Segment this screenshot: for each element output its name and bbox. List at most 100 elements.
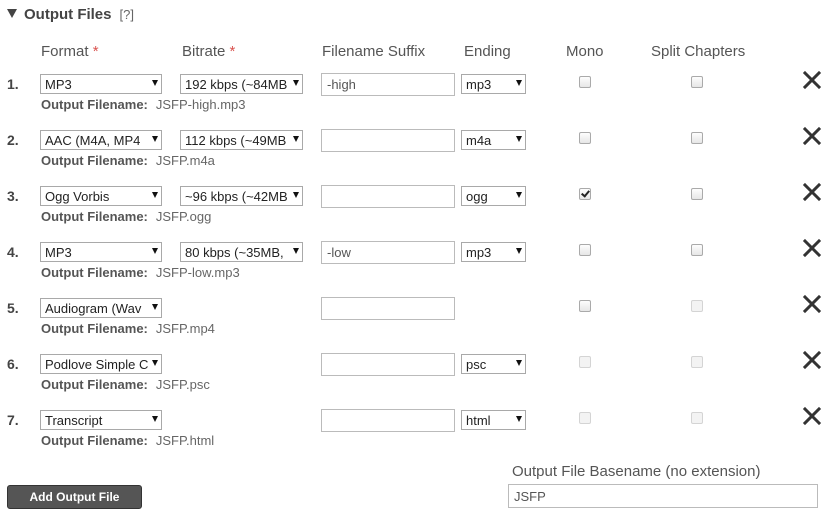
ending-select[interactable]: m4a <box>461 130 526 150</box>
row-number: 3. <box>7 188 19 204</box>
basename-input[interactable]: JSFP <box>508 484 818 508</box>
output-file-row: 2. AAC (M4A, MP4 112 kbps (~49MB m4a Output … <box>0 126 828 185</box>
split-chapters-checkbox[interactable] <box>691 244 703 256</box>
header-split-chapters: Split Chapters <box>651 43 746 60</box>
format-select-value: Audiogram (Wav <box>45 301 142 316</box>
output-filename-value: JSFP-low.mp3 <box>155 265 240 280</box>
mono-checkbox[interactable] <box>579 132 591 144</box>
ending-select-value: psc <box>466 357 487 372</box>
header-ending: Ending <box>464 43 511 60</box>
chevron-down-icon <box>152 248 158 254</box>
ending-select[interactable]: psc <box>461 354 526 374</box>
format-select-value: Transcript <box>45 413 103 428</box>
bitrate-select[interactable]: 112 kbps (~49MB <box>180 130 303 150</box>
output-filename: Output Filename: JSFP.mp4 <box>41 321 215 336</box>
section-header[interactable]: Output Files [?] <box>7 6 134 23</box>
close-x-icon[interactable] <box>801 181 823 203</box>
ending-select-value: m4a <box>466 133 492 148</box>
close-x-icon[interactable] <box>801 237 823 259</box>
format-select-value: Ogg Vorbis <box>45 189 110 204</box>
ending-select-value: mp3 <box>466 245 492 260</box>
output-filename-label: Output Filename: <box>41 321 148 336</box>
bitrate-select-value: ~96 kbps (~42MB <box>185 189 288 204</box>
chevron-down-icon <box>516 360 522 366</box>
format-select-value: MP3 <box>45 245 72 260</box>
output-file-row: 5. Audiogram (Wav Output Filename: JSFP.mp4 <box>0 294 828 353</box>
row-number: 2. <box>7 132 19 148</box>
chevron-down-icon <box>516 192 522 198</box>
output-file-row: 6. Podlove Simple C psc Output Filename: JSF… <box>0 350 828 409</box>
split-chapters-checkbox[interactable] <box>691 188 703 200</box>
split-chapters-checkbox[interactable] <box>691 132 703 144</box>
mono-checkbox[interactable] <box>579 188 591 200</box>
row-number: 7. <box>7 412 19 428</box>
output-filename: Output Filename: JSFP.m4a <box>41 153 215 168</box>
ending-select[interactable]: ogg <box>461 186 526 206</box>
output-filename: Output Filename: JSFP-low.mp3 <box>41 265 240 280</box>
split-chapters-checkbox[interactable] <box>691 76 703 88</box>
mono-checkbox[interactable] <box>579 300 591 312</box>
header-mono: Mono <box>566 43 604 60</box>
output-file-row: 4. MP3 80 kbps (~35MB, -low mp3 Output Filena… <box>0 238 828 297</box>
output-filename-value: JSFP.m4a <box>155 153 215 168</box>
filename-suffix-input[interactable] <box>321 185 455 208</box>
ending-select[interactable]: mp3 <box>461 242 526 262</box>
format-select[interactable]: Ogg Vorbis <box>40 186 162 206</box>
format-select[interactable]: Podlove Simple C <box>40 354 162 374</box>
output-filename-value: JSFP-high.mp3 <box>155 97 246 112</box>
format-select[interactable]: AAC (M4A, MP4 <box>40 130 162 150</box>
filename-suffix-input[interactable] <box>321 129 455 152</box>
add-output-file-button[interactable]: Add Output File <box>7 485 142 509</box>
chevron-down-icon <box>152 80 158 86</box>
header-bitrate: Bitrate * <box>182 43 236 60</box>
split-chapters-checkbox <box>691 300 703 312</box>
close-x-icon[interactable] <box>801 69 823 91</box>
header-filename-suffix: Filename Suffix <box>322 43 426 60</box>
row-number: 4. <box>7 244 19 260</box>
format-select[interactable]: Transcript <box>40 410 162 430</box>
triangle-down-icon[interactable] <box>7 9 17 18</box>
bitrate-select-value: 112 kbps (~49MB <box>185 133 287 148</box>
section-title: Output Files <box>24 6 112 23</box>
bitrate-select[interactable]: 192 kbps (~84MB <box>180 74 303 94</box>
mono-checkbox[interactable] <box>579 244 591 256</box>
ending-select[interactable]: html <box>461 410 526 430</box>
bitrate-select[interactable]: 80 kbps (~35MB, <box>180 242 303 262</box>
chevron-down-icon <box>516 80 522 86</box>
bitrate-select[interactable]: ~96 kbps (~42MB <box>180 186 303 206</box>
format-select[interactable]: MP3 <box>40 74 162 94</box>
mono-checkbox <box>579 412 591 424</box>
chevron-down-icon <box>152 192 158 198</box>
filename-suffix-input[interactable] <box>321 409 455 432</box>
output-filename-label: Output Filename: <box>41 377 148 392</box>
format-select[interactable]: Audiogram (Wav <box>40 298 162 318</box>
header-format: Format * <box>41 43 99 60</box>
output-filename: Output Filename: JSFP.html <box>41 433 214 448</box>
chevron-down-icon <box>152 136 158 142</box>
filename-suffix-input[interactable] <box>321 297 455 320</box>
output-filename-label: Output Filename: <box>41 153 148 168</box>
output-filename: Output Filename: JSFP-high.mp3 <box>41 97 245 112</box>
split-chapters-checkbox <box>691 412 703 424</box>
format-select[interactable]: MP3 <box>40 242 162 262</box>
output-filename-value: JSFP.html <box>155 433 215 448</box>
mono-checkbox[interactable] <box>579 76 591 88</box>
chevron-down-icon <box>293 248 299 254</box>
close-x-icon[interactable] <box>801 125 823 147</box>
help-link[interactable]: [?] <box>120 7 134 22</box>
bitrate-select-value: 192 kbps (~84MB <box>185 77 288 92</box>
filename-suffix-input[interactable]: -high <box>321 73 455 96</box>
format-select-value: AAC (M4A, MP4 <box>45 133 141 148</box>
chevron-down-icon <box>293 192 299 198</box>
chevron-down-icon <box>516 248 522 254</box>
close-x-icon[interactable] <box>801 349 823 371</box>
ending-select[interactable]: mp3 <box>461 74 526 94</box>
close-x-icon[interactable] <box>801 405 823 427</box>
close-x-icon[interactable] <box>801 293 823 315</box>
bitrate-select-value: 80 kbps (~35MB, <box>185 245 284 260</box>
filename-suffix-input[interactable]: -low <box>321 241 455 264</box>
chevron-down-icon <box>293 136 299 142</box>
filename-suffix-input[interactable] <box>321 353 455 376</box>
chevron-down-icon <box>152 360 158 366</box>
output-filename-value: JSFP.ogg <box>155 209 212 224</box>
